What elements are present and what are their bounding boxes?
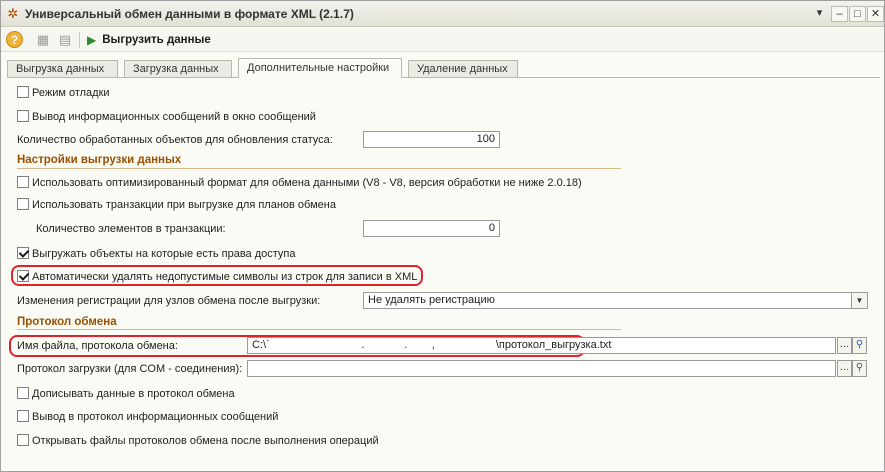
access-rights-option[interactable]: Выгружать объекты на которые есть права … — [17, 247, 296, 260]
maximize-button[interactable]: □ — [849, 6, 866, 22]
tab-export[interactable]: Выгрузка данных — [7, 60, 118, 78]
tab-import[interactable]: Загрузка данных — [124, 60, 232, 78]
info-to-protocol-checkbox[interactable] — [17, 410, 29, 422]
export-settings-header: Настройки выгрузки данных — [17, 154, 182, 166]
play-icon: ▶ — [87, 33, 97, 47]
export-data-button[interactable]: ▶ Выгрузить данные — [87, 31, 211, 49]
file-name-open-icon[interactable]: ⚲ — [852, 337, 867, 354]
processed-count-field[interactable]: 100 — [363, 131, 500, 148]
window-title: Универсальный обмен данными в формате XM… — [25, 7, 354, 21]
use-transactions-checkbox[interactable] — [17, 198, 29, 210]
optimized-format-label: Использовать оптимизированный формат для… — [32, 177, 582, 190]
toolbar-separator — [79, 32, 80, 48]
debug-mode-checkbox[interactable] — [17, 86, 29, 98]
info-messages-option[interactable]: Вывод информационных сообщений в окно со… — [17, 110, 316, 123]
remove-invalid-option[interactable]: Автоматически удалять недопустимые симво… — [17, 270, 417, 283]
info-to-protocol-option[interactable]: Вывод в протокол информационных сообщени… — [17, 410, 278, 423]
protocol-divider — [17, 329, 621, 330]
file-name-field[interactable]: C:\` . . , \протокол_выгрузка.txt — [247, 337, 836, 354]
load-protocol-field[interactable] — [247, 360, 836, 377]
tx-count-field[interactable]: 0 — [363, 220, 500, 237]
processed-count-label: Количество обработанных объектов для обн… — [17, 134, 333, 146]
remove-invalid-checkbox[interactable] — [17, 270, 29, 282]
close-button[interactable]: ✕ — [867, 6, 884, 22]
protocol-header: Протокол обмена — [17, 316, 117, 328]
info-to-protocol-label: Вывод в протокол информационных сообщени… — [32, 411, 279, 424]
file-name-browse-button[interactable]: … — [837, 337, 852, 354]
registration-select[interactable]: Не удалять регистрацию — [363, 292, 852, 309]
optimized-format-option[interactable]: Использовать оптимизированный формат для… — [17, 176, 582, 189]
load-protocol-label: Протокол загрузки (для COM - соединения)… — [17, 363, 243, 375]
registration-dropdown-icon[interactable]: ▼ — [851, 292, 868, 309]
load-protocol-open-icon[interactable]: ⚲ — [852, 360, 867, 377]
tx-count-label: Количество элементов в транзакции: — [36, 223, 226, 235]
open-after-checkbox[interactable] — [17, 434, 29, 446]
load-protocol-browse-button[interactable]: … — [837, 360, 852, 377]
app-star-icon[interactable]: ✲ — [6, 7, 20, 21]
tab-advanced-settings[interactable]: Дополнительные настройки — [238, 58, 402, 78]
export-settings-divider — [17, 168, 621, 169]
open-after-option[interactable]: Открывать файлы протоколов обмена после … — [17, 434, 379, 447]
access-rights-checkbox[interactable] — [17, 247, 29, 259]
append-checkbox[interactable] — [17, 387, 29, 399]
export-data-label: Выгрузить данные — [102, 34, 211, 46]
toolbar: ? ▦ ▤ ▶ Выгрузить данные — [1, 28, 884, 52]
append-label: Дописывать данные в протокол обмена — [32, 388, 235, 401]
append-option[interactable]: Дописывать данные в протокол обмена — [17, 387, 235, 400]
help-button[interactable]: ? — [6, 31, 23, 48]
file-name-label: Имя файла, протокола обмена: — [17, 340, 178, 352]
open-after-label: Открывать файлы протоколов обмена после … — [32, 435, 379, 448]
info-messages-label: Вывод информационных сообщений в окно со… — [32, 111, 316, 124]
use-transactions-label: Использовать транзакции при выгрузке для… — [32, 199, 336, 212]
registration-label: Изменения регистрации для узлов обмена п… — [17, 295, 321, 307]
optimized-format-checkbox[interactable] — [17, 176, 29, 188]
tab-delete[interactable]: Удаление данных — [408, 60, 518, 78]
info-messages-checkbox[interactable] — [17, 110, 29, 122]
restore-settings-icon[interactable]: ▤ — [57, 32, 73, 48]
use-transactions-option[interactable]: Использовать транзакции при выгрузке для… — [17, 198, 336, 211]
window-menu-icon[interactable]: ▾ — [811, 6, 828, 22]
debug-mode-option[interactable]: Режим отладки — [17, 86, 110, 99]
minimize-button[interactable]: – — [831, 6, 848, 22]
remove-invalid-label: Автоматически удалять недопустимые симво… — [32, 271, 418, 284]
save-settings-icon[interactable]: ▦ — [35, 32, 51, 48]
debug-mode-label: Режим отладки — [32, 87, 110, 100]
main-window: ✲ Универсальный обмен данными в формате … — [0, 0, 885, 472]
access-rights-label: Выгружать объекты на которые есть права … — [32, 248, 296, 261]
title-bar: ✲ Универсальный обмен данными в формате … — [1, 1, 884, 27]
advanced-settings-panel: Режим отладки Вывод информационных сообщ… — [1, 78, 884, 471]
